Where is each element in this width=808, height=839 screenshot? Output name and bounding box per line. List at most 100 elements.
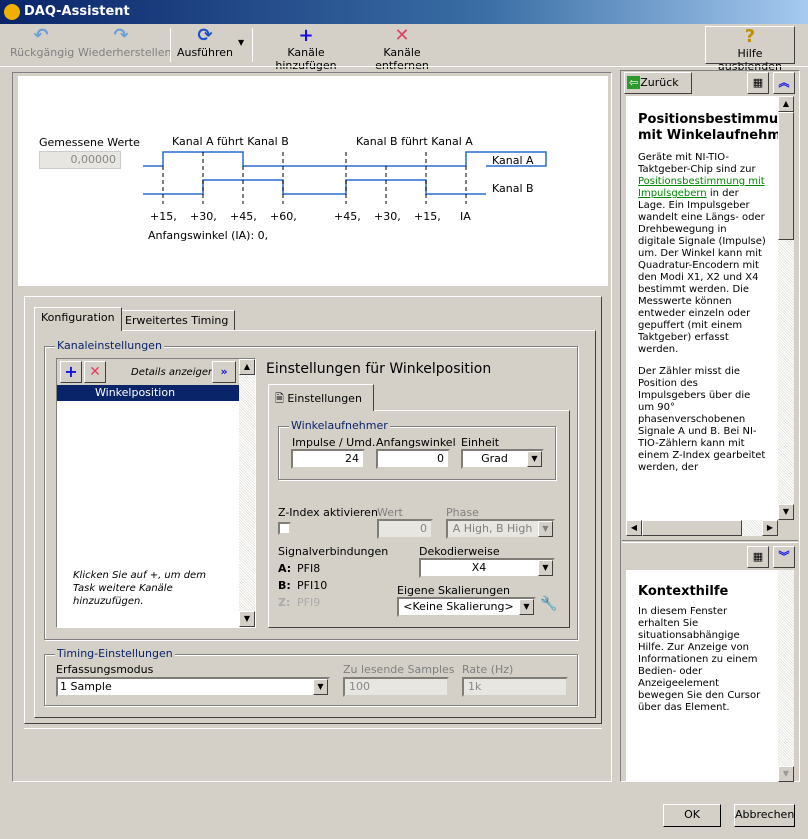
add-channels-button[interactable]: + Kanäle hinzufügen — [258, 25, 354, 73]
help-icon: ? — [744, 26, 756, 47]
channel-list: + ✕ Details anzeigen » Winkelposition Kl… — [56, 358, 256, 628]
unit-label: Einheit — [461, 436, 500, 449]
scaling-label: Eigene Skalierungen — [397, 584, 510, 597]
add-channel-hint: Klicken Sie auf +, um dem Task weitere K… — [73, 570, 206, 607]
signal-key: A: — [278, 562, 292, 575]
divider — [24, 728, 602, 729]
remove-channels-button[interactable]: ✕ Kanäle entfernen — [358, 26, 446, 73]
redo-icon: ↷ — [113, 25, 129, 46]
scroll-up-icon[interactable]: ▲ — [778, 96, 794, 112]
undo-icon: ↶ — [33, 25, 49, 46]
tab-einstellungen[interactable]: 🗎 Einstellungen — [268, 384, 374, 411]
diagram-area: Gemessene Werte 0,00000 Kanal A führt Ka… — [18, 76, 608, 286]
pane-splitter[interactable] — [622, 540, 798, 543]
list-scrollbar[interactable]: ▲ ▼ — [239, 359, 255, 627]
scroll-up-icon[interactable]: ▲ — [239, 359, 255, 375]
signal-connections-label: Signalverbindungen — [278, 545, 389, 558]
mode-select[interactable]: 1 Sample ▼ — [56, 677, 330, 697]
scroll-down-icon[interactable]: ▼ — [778, 766, 794, 782]
help-hscrollbar[interactable]: ◀ ▶ — [626, 520, 778, 536]
rate-label: Rate (Hz) — [462, 663, 514, 676]
decoding-select[interactable]: X4 ▼ — [419, 558, 555, 578]
tab-erweitertes-timing[interactable]: Erweitertes Timing — [118, 310, 236, 331]
show-details-button[interactable]: » — [212, 361, 236, 383]
help-text: Der Zähler misst die Position des Impuls… — [638, 366, 766, 473]
collapse-down-button[interactable]: ︾ — [773, 546, 795, 568]
plus-icon: + — [298, 25, 314, 46]
hide-help-button[interactable]: ? Hilfe ausblenden — [705, 26, 795, 73]
back-button[interactable]: ⇦ Zurück — [624, 72, 692, 94]
cancel-label: Abbrechen — [735, 808, 795, 821]
ok-button[interactable]: OK — [663, 804, 721, 827]
help-link[interactable]: Positionsbestimmung mit Impulsgebern — [638, 176, 765, 199]
phase-value: A High, B High — [452, 522, 533, 535]
group-legend: Timing-Einstellungen — [55, 647, 175, 660]
chevron-down-icon: ▼ — [313, 679, 328, 695]
initial-angle-label: Anfangswinkel — [376, 436, 456, 449]
help-scrollbar[interactable]: ▲ ▼ — [778, 96, 794, 520]
double-chevron-up-icon: ︽ — [778, 76, 790, 89]
tick-label: +30, — [190, 210, 217, 223]
pulses-label: Impulse / Umd. — [292, 436, 376, 449]
cancel-button[interactable]: Abbrechen — [734, 804, 795, 827]
tick-label: +60, — [270, 210, 297, 223]
tick-label: +45, — [334, 210, 361, 223]
window-layout-button-2[interactable]: ▦ — [747, 546, 769, 568]
channel-item-winkelposition[interactable]: Winkelposition — [57, 385, 239, 401]
tab-label: Einstellungen — [287, 392, 362, 405]
wrench-icon[interactable]: 🔧 — [540, 596, 557, 612]
help-text: in der Lage. Ein Impulsgeber wandelt ein… — [638, 188, 766, 355]
app-icon — [4, 4, 20, 20]
scroll-left-icon[interactable]: ◀ — [626, 520, 642, 536]
chevron-down-icon: ▼ — [538, 560, 553, 576]
redo-label: Wiederherstellen — [78, 46, 172, 59]
toolbar-divider — [0, 66, 808, 67]
chevron-down-icon: ▼ — [527, 451, 542, 467]
settings-title: Einstellungen für Winkelposition — [266, 361, 492, 377]
channel-name: Winkelposition — [95, 386, 176, 399]
samples-input[interactable]: 100 — [343, 677, 449, 697]
undo-button[interactable]: ↶ Rückgängig — [10, 25, 74, 64]
double-chevron-down-icon: ︾ — [778, 550, 790, 563]
samples-label: Zu lesende Samples — [343, 663, 455, 676]
rate-input[interactable]: 1k — [462, 677, 568, 697]
phase-select[interactable]: A High, B High ▼ — [446, 519, 555, 539]
zindex-checkbox[interactable] — [278, 522, 291, 535]
collapse-up-button[interactable]: ︽ — [773, 72, 795, 94]
redo-button[interactable]: ↷ Wiederherstellen — [78, 25, 171, 64]
window-title: DAQ-Assistent — [24, 4, 130, 19]
scaling-select[interactable]: <Keine Skalierung> ▼ — [397, 597, 536, 617]
scroll-thumb[interactable] — [778, 112, 794, 240]
scroll-thumb[interactable] — [642, 520, 742, 536]
scroll-down-icon[interactable]: ▼ — [778, 504, 794, 520]
channel-b-wave — [143, 179, 486, 195]
unit-select[interactable]: Grad ▼ — [461, 449, 544, 469]
layout-icon: ▦ — [752, 76, 764, 89]
help-title: Positionsbestimmung mit Winkelaufnehmern — [638, 112, 778, 143]
run-button[interactable]: ⟳ Ausführen — [176, 26, 234, 64]
initial-angle-label: Anfangswinkel (IA): 0, — [148, 229, 269, 242]
double-chevron-right-icon: » — [220, 365, 228, 378]
signal-value: PFI10 — [297, 579, 328, 592]
pulses-input[interactable]: 24 — [291, 449, 365, 469]
quadrature-waveform — [143, 151, 547, 204]
window-layout-button[interactable]: ▦ — [747, 72, 769, 94]
chevron-down-icon: ▼ — [519, 599, 534, 615]
scroll-down-icon[interactable]: ▼ — [239, 611, 255, 627]
run-dropdown-icon[interactable]: ▼ — [238, 38, 244, 47]
unit-value: Grad — [481, 452, 508, 465]
back-label: Zurück — [640, 76, 679, 89]
context-scrollbar[interactable]: ▼ — [778, 570, 794, 782]
tab-konfiguration[interactable]: Konfiguration — [34, 307, 122, 331]
decoding-label: Dekodierweise — [419, 545, 500, 558]
details-label: Details anzeigen — [131, 367, 215, 378]
tick-label: +30, — [374, 210, 401, 223]
add-channel-button[interactable]: + — [60, 361, 82, 383]
initial-angle-input[interactable]: 0 — [376, 449, 450, 469]
signal-value: PFI9 — [297, 596, 321, 609]
scroll-right-icon[interactable]: ▶ — [762, 520, 778, 536]
back-arrow-icon: ⇦ — [627, 76, 641, 89]
zindex-value-input[interactable]: 0 — [377, 519, 433, 539]
mode-label: Erfassungsmodus — [56, 663, 154, 676]
remove-channel-button[interactable]: ✕ — [84, 361, 106, 383]
